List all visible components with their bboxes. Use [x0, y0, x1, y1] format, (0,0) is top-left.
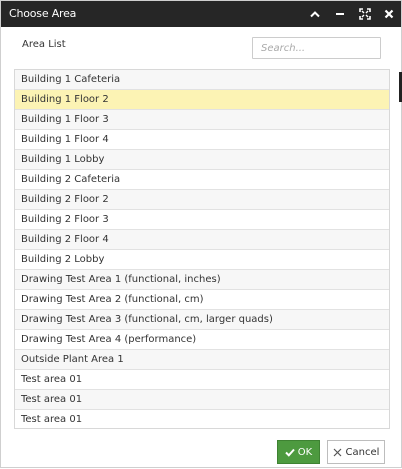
area-list-item[interactable]: Building 2 Floor 2	[15, 190, 389, 210]
area-list-item[interactable]: Test area 01	[15, 390, 389, 410]
area-list-item[interactable]: Drawing Test Area 3 (functional, cm, lar…	[15, 310, 389, 330]
area-list-item[interactable]: Building 1 Lobby	[15, 150, 389, 170]
area-list-item[interactable]: Building 2 Cafeteria	[15, 170, 389, 190]
close-icon	[333, 448, 342, 457]
ok-button[interactable]: OK	[277, 440, 320, 464]
dialog-titlebar[interactable]: Choose Area	[1, 1, 401, 27]
area-list-item[interactable]: Drawing Test Area 1 (functional, inches)	[15, 270, 389, 290]
maximize-icon[interactable]	[355, 4, 375, 24]
area-list-item[interactable]: Building 2 Lobby	[15, 250, 389, 270]
area-list-item[interactable]: Test area 01	[15, 370, 389, 390]
area-list-item[interactable]: Building 2 Floor 4	[15, 230, 389, 250]
close-icon[interactable]	[379, 4, 399, 24]
area-list-item[interactable]: Test area 01	[15, 410, 389, 428]
search-input[interactable]	[252, 37, 381, 59]
cancel-button[interactable]: Cancel	[327, 440, 385, 464]
chevron-up-icon[interactable]	[305, 4, 325, 24]
minimize-icon[interactable]	[330, 4, 350, 24]
choose-area-dialog: Choose Area Area List Building 1 Cafeter…	[0, 0, 402, 468]
area-list-item[interactable]: Building 1 Floor 3	[15, 110, 389, 130]
area-list-item[interactable]: Building 1 Floor 2	[15, 90, 389, 110]
area-list-item[interactable]: Building 2 Floor 3	[15, 210, 389, 230]
check-icon	[285, 448, 295, 457]
area-list-item[interactable]: Building 1 Floor 4	[15, 130, 389, 150]
dialog-title: Choose Area	[9, 7, 77, 20]
area-list-item[interactable]: Outside Plant Area 1	[15, 350, 389, 370]
dialog-header: Area List	[1, 27, 401, 67]
area-list-label: Area List	[22, 39, 66, 50]
cancel-button-label: Cancel	[345, 446, 380, 458]
area-list-item[interactable]: Drawing Test Area 2 (functional, cm)	[15, 290, 389, 310]
area-list-item[interactable]: Drawing Test Area 4 (performance)	[15, 330, 389, 350]
ok-button-label: OK	[297, 446, 313, 458]
dialog-footer: OK Cancel	[1, 433, 401, 469]
area-list: Building 1 Cafeteria Building 1 Floor 2 Bu…	[14, 69, 390, 429]
area-list-item[interactable]: Building 1 Cafeteria	[15, 70, 389, 90]
